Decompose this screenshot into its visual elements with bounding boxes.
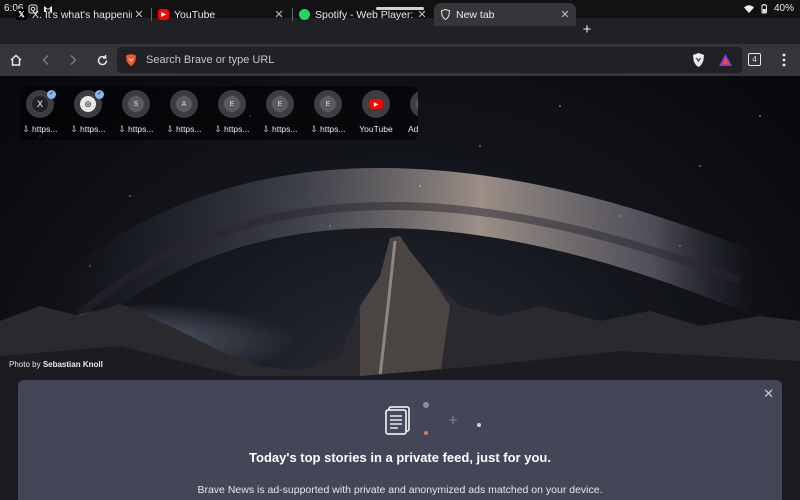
- shortcut-icon: E: [314, 90, 342, 118]
- tab-title: New tab: [456, 8, 495, 21]
- menu-button[interactable]: [774, 50, 794, 70]
- news-title: Today's top stories in a private feed, j…: [249, 450, 551, 465]
- shortcut-tile-partial[interactable]: Ad: [404, 90, 418, 138]
- shortcut-label: Ad: [408, 124, 418, 134]
- news-subtitle: Brave News is ad-supported with private …: [197, 484, 603, 496]
- shortcut-label: ⇩ https...: [310, 124, 346, 134]
- forward-arrow-icon: [70, 55, 77, 65]
- brave-shield-icon: [440, 9, 451, 20]
- shortcut-icon: E: [266, 90, 294, 118]
- shortcut-tile[interactable]: ⊛ ✓ ⇩ https...: [68, 90, 116, 138]
- wifi-icon: [743, 4, 754, 13]
- shortcut-tile[interactable]: E ⇩ https...: [212, 90, 260, 138]
- shortcut-label: ⇩ https...: [262, 124, 298, 134]
- shortcut-icon: [410, 90, 418, 118]
- toolbar: Search Brave or type URL 4: [0, 44, 800, 76]
- x-icon: 𝕏: [16, 9, 27, 20]
- shortcut-label: ⇩ https...: [22, 124, 58, 134]
- close-icon[interactable]: ✕: [763, 386, 774, 402]
- tab-new-tab[interactable]: New tab ✕: [434, 3, 576, 26]
- brave-shields-icon[interactable]: [691, 52, 706, 68]
- tab-title: Spotify - Web Player: M: [315, 8, 415, 21]
- close-tab-icon[interactable]: ✕: [272, 8, 286, 21]
- photo-credit[interactable]: Photo by Sebastian Knoll: [9, 360, 103, 369]
- shortcut-label: ⇩ https...: [166, 124, 202, 134]
- home-button[interactable]: [6, 50, 26, 70]
- tab-switcher-button[interactable]: 4: [748, 53, 761, 66]
- shortcut-label: YouTube: [359, 124, 393, 134]
- new-tab-button[interactable]: +: [580, 19, 594, 41]
- youtube-icon: ▶: [158, 9, 169, 20]
- shortcut-icon: S: [122, 90, 150, 118]
- reload-icon: [97, 54, 107, 65]
- back-arrow-icon: [42, 55, 49, 65]
- close-tab-icon[interactable]: ✕: [415, 8, 429, 21]
- forward-button[interactable]: [63, 50, 83, 70]
- shortcut-label: ⇩ https...: [118, 124, 154, 134]
- shortcut-label: ⇩ https...: [214, 124, 250, 134]
- shortcut-icon: A: [170, 90, 198, 118]
- back-button[interactable]: [36, 50, 56, 70]
- check-badge-icon: ✓: [47, 90, 56, 99]
- brave-rewards-icon[interactable]: [718, 53, 733, 67]
- shortcut-tile[interactable]: X ✓ ⇩ https...: [20, 90, 68, 138]
- shortcut-label: ⇩ https...: [70, 124, 106, 134]
- youtube-icon: ▶: [362, 90, 390, 118]
- url-placeholder: Search Brave or type URL: [146, 54, 275, 66]
- reload-button[interactable]: [92, 50, 112, 70]
- shortcut-tile-youtube[interactable]: ▶ YouTube: [356, 90, 404, 138]
- tab-youtube[interactable]: ▶ YouTube ✕: [152, 3, 290, 26]
- credit-name: Sebastian Knoll: [42, 360, 103, 369]
- home-icon: [10, 54, 22, 66]
- credit-prefix: Photo by: [9, 360, 41, 369]
- shortcut-tile[interactable]: S ⇩ https...: [116, 90, 164, 138]
- tab-spotify[interactable]: Spotify - Web Player: M ✕: [293, 3, 433, 26]
- svg-text:+: +: [448, 413, 458, 427]
- brave-lion-icon: [126, 54, 136, 66]
- check-badge-icon: ✓: [95, 90, 104, 99]
- shortcut-icon: E: [218, 90, 246, 118]
- battery-icon: [761, 3, 767, 13]
- brave-news-card: ✕ + Today's top stories in a private fee…: [18, 380, 782, 500]
- tab-title: YouTube: [174, 8, 216, 21]
- tab-title: X. It's what's happening: [32, 8, 132, 21]
- news-illustration-icon: +: [385, 402, 481, 435]
- spotify-icon: [299, 9, 310, 20]
- url-bar[interactable]: Search Brave or type URL: [117, 47, 742, 73]
- shortcut-tile[interactable]: E ⇩ https...: [308, 90, 356, 138]
- battery-percent: 40%: [773, 3, 794, 14]
- close-tab-icon[interactable]: ✕: [132, 8, 146, 21]
- shortcut-tile[interactable]: A ⇩ https...: [164, 90, 212, 138]
- close-tab-icon[interactable]: ✕: [558, 8, 572, 21]
- more-vert-icon: [782, 53, 786, 67]
- tab-x[interactable]: 𝕏 X. It's what's happening ✕: [10, 3, 150, 26]
- shortcuts-tray: X ✓ ⇩ https... ⊛ ✓ ⇩ https... S ⇩ https.…: [20, 86, 418, 140]
- shortcut-tile[interactable]: E ⇩ https...: [260, 90, 308, 138]
